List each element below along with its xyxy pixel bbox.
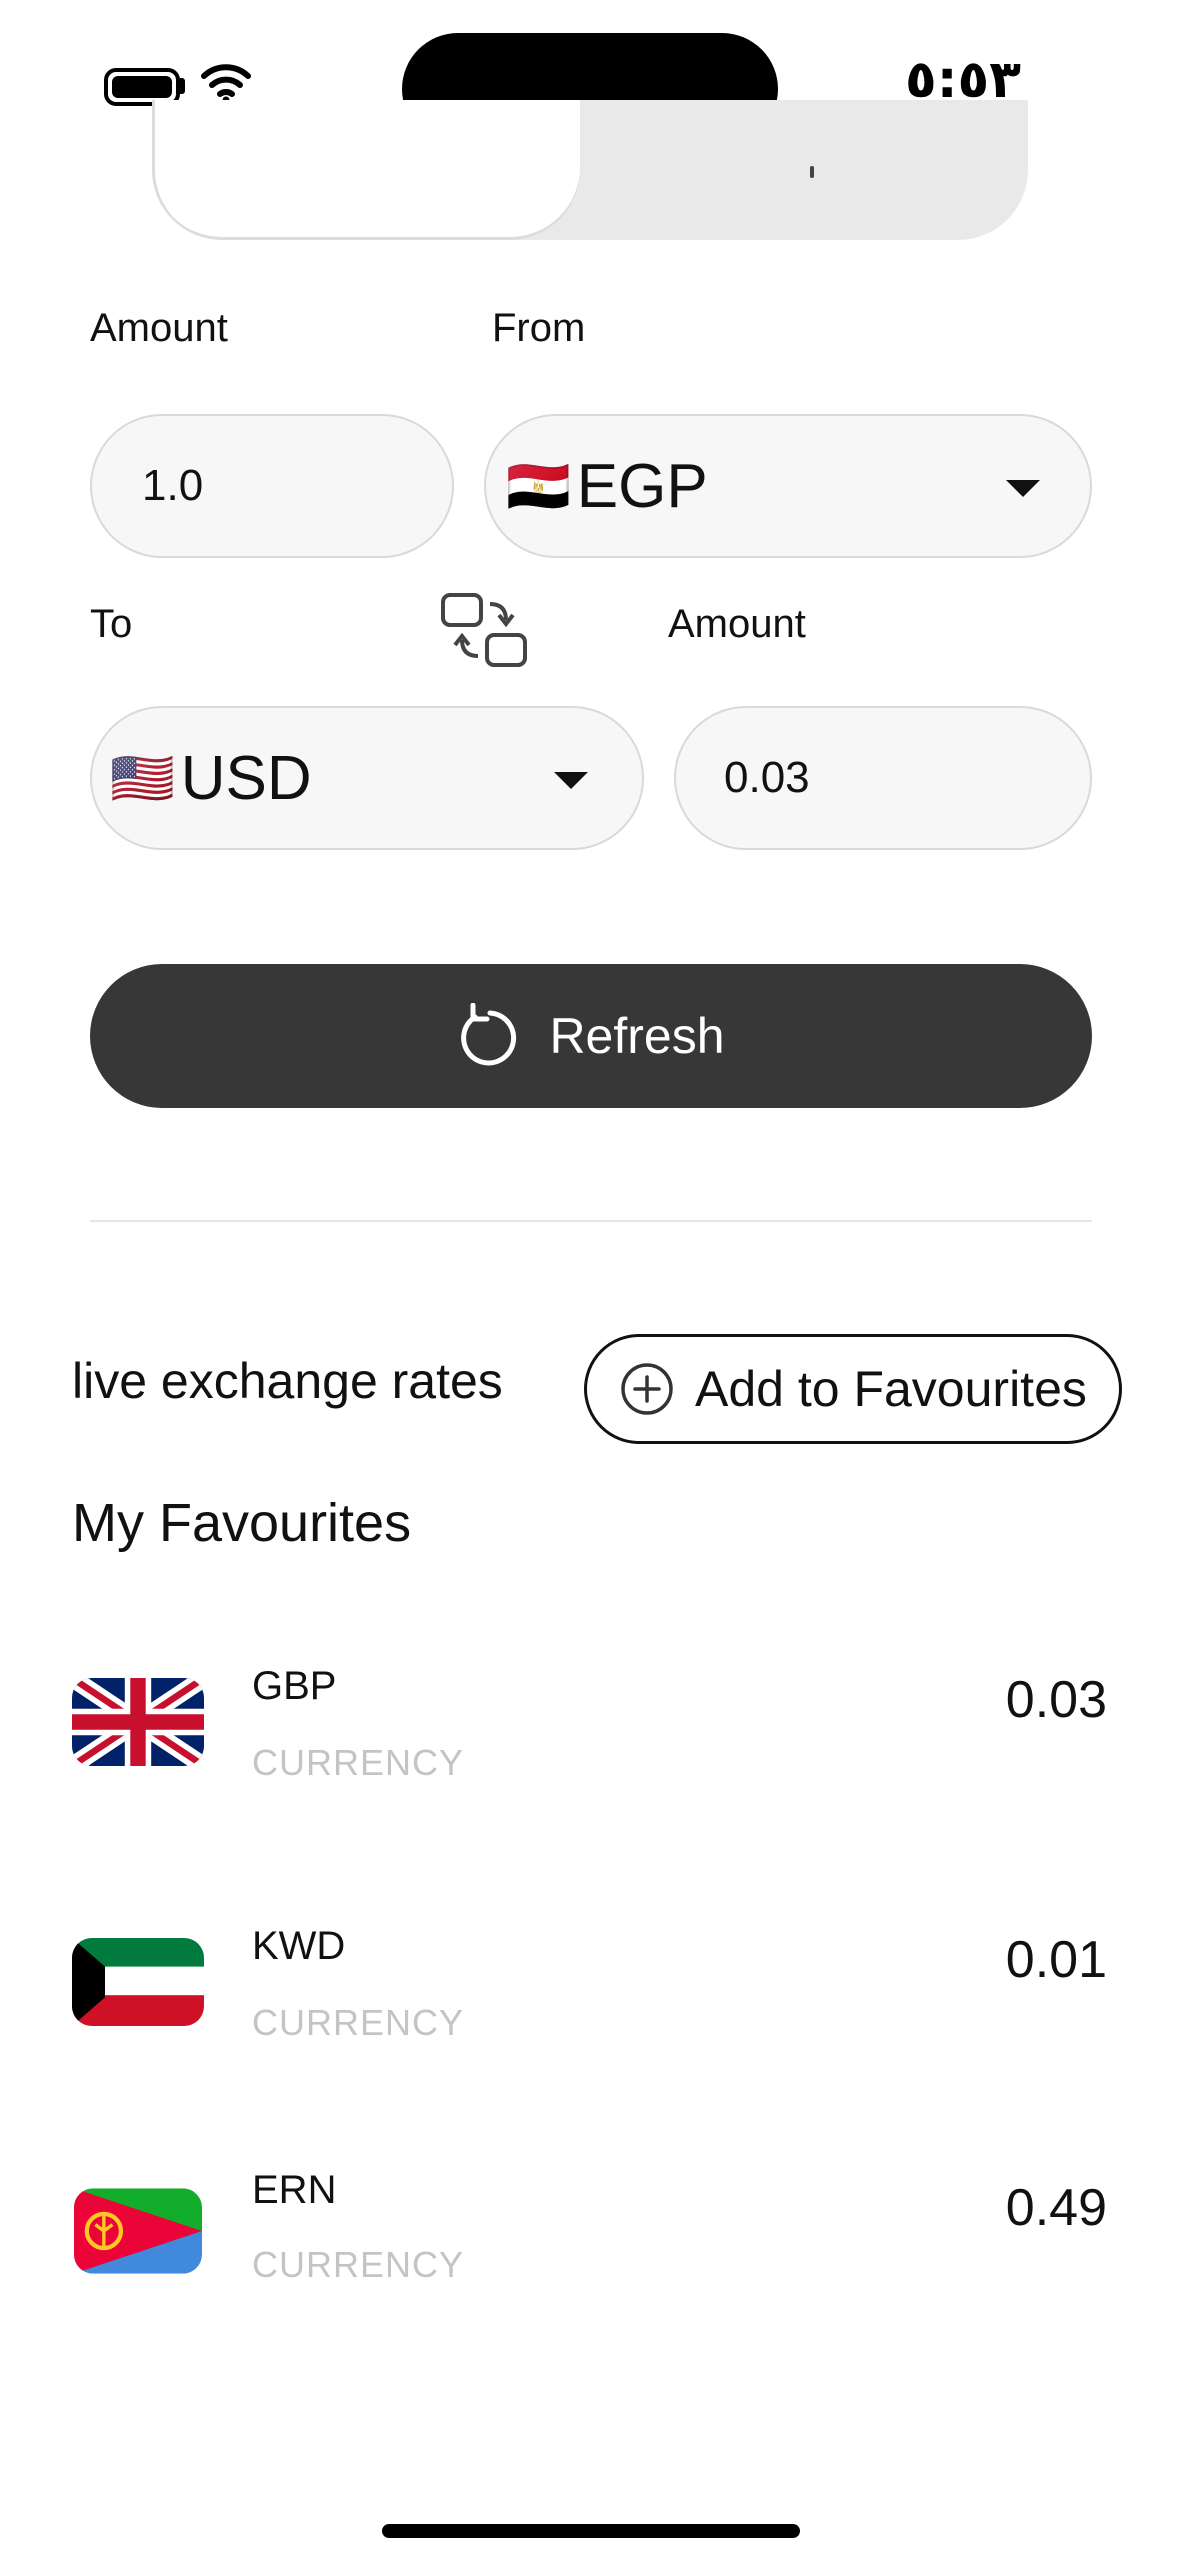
add-to-favourites-button[interactable]: Add to Favourites	[584, 1334, 1122, 1444]
to-label: To	[90, 602, 133, 646]
live-rates-title: live exchange rates	[72, 1353, 503, 1409]
from-currency-code: EGP	[576, 451, 708, 521]
currency-code: KWD	[252, 1924, 346, 1968]
my-favourites-title: My Favourites	[72, 1493, 412, 1553]
eritrea-flag-icon	[74, 2188, 202, 2274]
chevron-down-icon	[1006, 480, 1040, 497]
list-item-ern[interactable]: ERN CURRENCY 0.49	[0, 2130, 1179, 2330]
result-amount-value: 0.03	[724, 753, 810, 802]
currency-subtitle: CURRENCY	[252, 2002, 465, 2043]
wifi-icon	[201, 64, 251, 104]
from-currency-dropdown[interactable]: 🇪🇬 EGP	[484, 414, 1092, 558]
refresh-label: Refresh	[549, 1008, 725, 1064]
egypt-flag-icon: 🇪🇬	[506, 457, 571, 516]
segment-active-tab[interactable]	[152, 100, 580, 240]
usa-flag-icon: 🇺🇸	[110, 749, 175, 808]
segmented-control[interactable]	[152, 100, 1028, 240]
refresh-icon	[461, 1003, 517, 1066]
currency-rate: 0.01	[1005, 1931, 1107, 1989]
currency-subtitle: CURRENCY	[252, 1742, 465, 1783]
list-item-gbp[interactable]: GBP CURRENCY 0.03	[0, 1620, 1179, 1820]
currency-code: GBP	[252, 1664, 337, 1708]
result-amount-field[interactable]: 0.03	[674, 706, 1092, 850]
list-item-kwd[interactable]: KWD CURRENCY 0.01	[0, 1880, 1179, 2080]
uk-flag-icon	[72, 1678, 204, 1766]
currency-rate: 0.49	[1005, 2179, 1107, 2237]
add-to-favourites-label: Add to Favourites	[695, 1361, 1087, 1417]
swap-icon[interactable]	[440, 592, 528, 670]
amount-label: Amount	[90, 306, 228, 350]
chevron-down-icon	[554, 772, 588, 789]
result-amount-label: Amount	[668, 602, 806, 646]
to-currency-dropdown[interactable]: 🇺🇸 USD	[90, 706, 644, 850]
to-currency-code: USD	[180, 743, 312, 813]
currency-code: ERN	[252, 2168, 337, 2212]
currency-rate: 0.03	[1005, 1671, 1107, 1729]
refresh-button[interactable]: Refresh	[90, 964, 1092, 1108]
battery-tip	[180, 78, 185, 94]
kuwait-flag-icon	[72, 1938, 204, 2026]
home-indicator[interactable]	[382, 2524, 800, 2538]
amount-input[interactable]: 1.0	[90, 414, 454, 558]
add-circle-icon	[621, 1363, 673, 1415]
amount-input-value: 1.0	[142, 461, 204, 510]
divider	[90, 1220, 1092, 1222]
segment-inactive-tab-text[interactable]	[810, 166, 814, 178]
currency-subtitle: CURRENCY	[252, 2244, 465, 2285]
from-label: From	[492, 306, 586, 350]
